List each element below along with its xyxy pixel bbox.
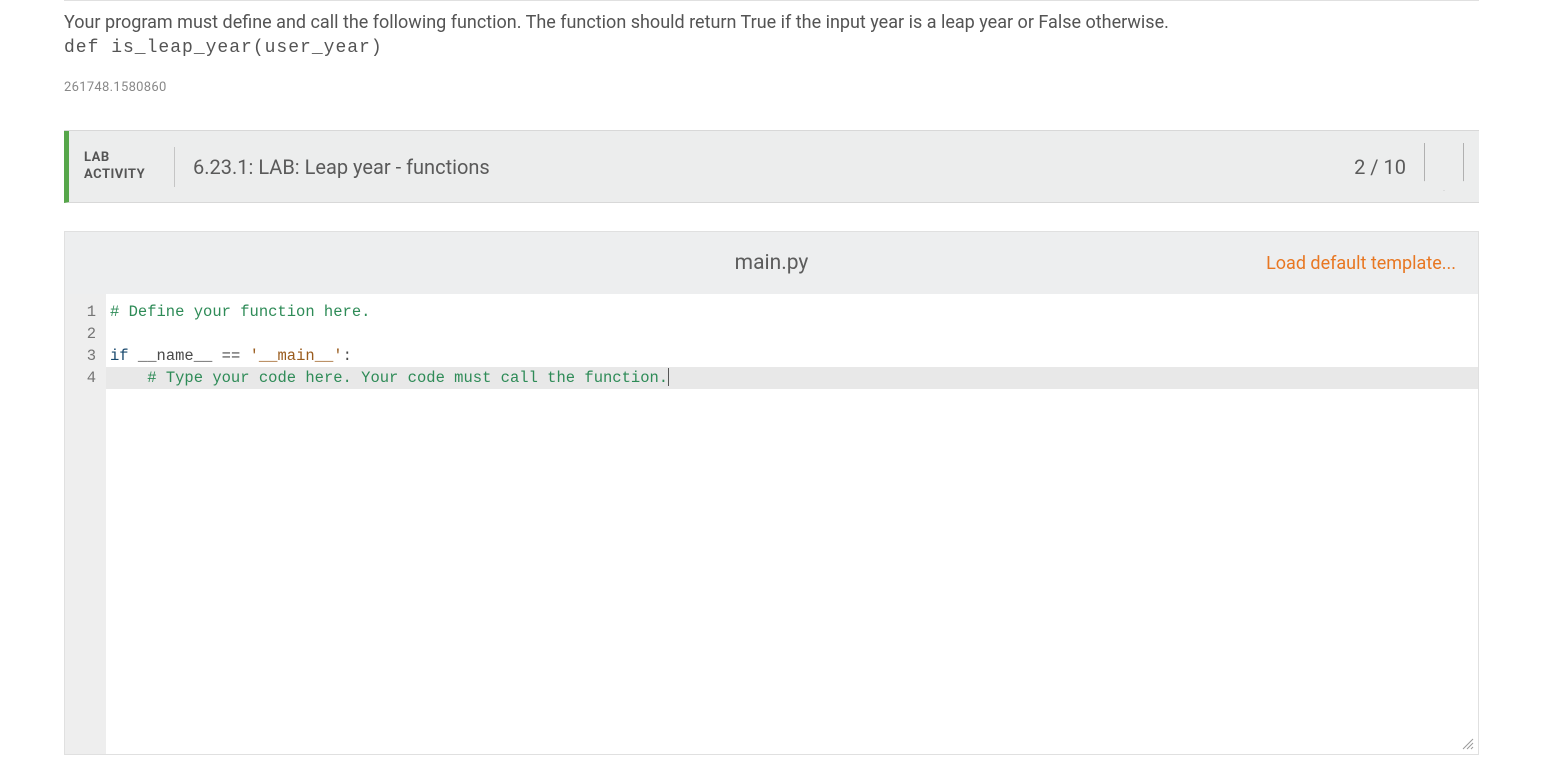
code-line[interactable] — [106, 323, 1478, 345]
lab-score: 2 / 10 — [1354, 155, 1406, 179]
editor-container: main.py Load default template... 1 2 3 4… — [64, 231, 1479, 755]
line-number: 2 — [65, 323, 106, 345]
load-template-button[interactable]: Load default template... — [1266, 253, 1456, 274]
lab-activity-label: LABACTIVITY — [69, 150, 174, 184]
line-number: 4 — [65, 367, 106, 389]
code-line[interactable]: if __name__ == '__main__': — [106, 345, 1478, 367]
line-number: 1 — [65, 301, 106, 323]
line-number: 3 — [65, 345, 106, 367]
bookmark-icon[interactable] — [1424, 143, 1464, 191]
text-cursor — [668, 368, 669, 386]
serial-number: 261748.1580860 — [64, 80, 1479, 95]
code-content[interactable]: # Define your function here. if __name__… — [106, 294, 1478, 754]
instructions-text: Your program must define and call the fo… — [64, 0, 1479, 36]
divider — [174, 147, 175, 187]
code-line[interactable]: # Define your function here. — [106, 301, 1478, 323]
lab-activity-panel: LABACTIVITY 6.23.1: LAB: Leap year - fun… — [64, 130, 1479, 755]
editor-header: main.py Load default template... — [65, 232, 1478, 294]
instructions-code: def is_leap_year(user_year) — [64, 38, 1479, 58]
resize-grip-icon[interactable] — [1461, 737, 1475, 751]
lab-header: LABACTIVITY 6.23.1: LAB: Leap year - fun… — [64, 131, 1479, 203]
filename-label: main.py — [735, 251, 809, 275]
code-editor[interactable]: 1 2 3 4 # Define your function here. if … — [65, 294, 1478, 754]
lab-title: 6.23.1: LAB: Leap year - functions — [193, 155, 1354, 179]
line-number-gutter: 1 2 3 4 — [65, 294, 106, 754]
code-line-active[interactable]: # Type your code here. Your code must ca… — [106, 367, 1478, 389]
